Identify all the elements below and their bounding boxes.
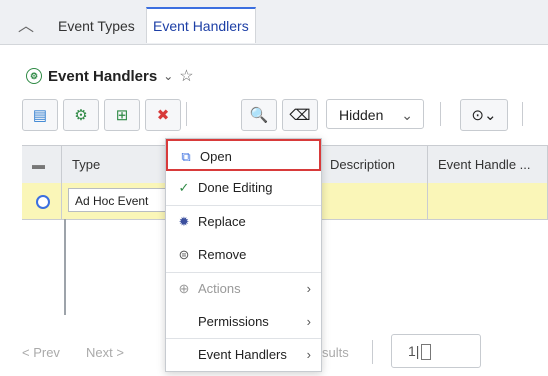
menu-item-remove[interactable]: ⊜ Remove <box>166 239 321 271</box>
search-button[interactable]: 🔍 <box>241 99 277 131</box>
page-input[interactable]: 1| <box>391 334 481 368</box>
menu-item-label: Permissions <box>198 314 269 329</box>
page-title-row: ⚙ Event Handlers ⌄ ☆ <box>26 66 194 86</box>
delete-button[interactable]: ✖ <box>145 99 181 131</box>
menu-item-open[interactable]: ⧉ Open <box>166 139 321 171</box>
replace-icon: ✹ <box>178 214 190 229</box>
new-handler-button[interactable]: ⚙ <box>63 99 99 131</box>
menu-item-actions[interactable]: ⊕ Actions › <box>166 273 321 305</box>
description-column-header[interactable]: Description <box>320 146 428 183</box>
grid-divider <box>64 219 66 315</box>
event-handle-cell[interactable] <box>428 183 548 219</box>
page-input-value: 1 <box>408 343 416 359</box>
view-options-button[interactable]: ⊙⌄ <box>460 99 508 131</box>
context-menu: ⧉ Open ✓ Done Editing ✹ Replace ⊜ Remove… <box>165 138 322 372</box>
clear-button[interactable]: ⌫ <box>282 99 318 131</box>
backspace-icon: ⌫ <box>289 107 311 124</box>
event-handle-column-header[interactable]: Event Handle ... <box>428 146 548 183</box>
tab-event-types[interactable]: Event Types <box>52 9 141 43</box>
menu-item-label: Open <box>200 149 232 164</box>
new-record-icon: ▤ <box>32 107 48 124</box>
type-input[interactable]: Ad Hoc Event <box>68 188 168 212</box>
add-button[interactable]: ⊞ <box>104 99 140 131</box>
menu-item-replace[interactable]: ✹ Replace <box>166 206 321 238</box>
chevron-down-icon[interactable]: ⌄ <box>163 69 173 83</box>
open-external-icon: ⧉ <box>181 149 191 164</box>
gear-add-icon: ⚙ <box>74 107 88 124</box>
chevron-right-icon: › <box>306 314 311 329</box>
footer-divider <box>372 340 373 364</box>
tab-event-handlers[interactable]: Event Handlers <box>146 7 256 43</box>
cursor-icon: | <box>415 343 420 359</box>
delete-icon: ✖ <box>156 107 170 124</box>
menu-item-label: Actions <box>198 281 241 296</box>
chevron-down-icon: ⌄ <box>401 107 413 123</box>
menu-item-event-handlers[interactable]: Event Handlers › <box>166 339 321 371</box>
search-icon: 🔍 <box>249 107 269 124</box>
star-icon[interactable]: ☆ <box>179 66 193 86</box>
toolbar-divider <box>186 102 187 126</box>
page-title: Event Handlers <box>48 67 158 85</box>
toolbar-divider <box>440 102 441 126</box>
chevron-right-icon: › <box>306 281 311 296</box>
flag-column-header[interactable]: ▬ <box>22 146 62 183</box>
prev-page-link[interactable]: < Prev <box>22 345 60 360</box>
check-icon: ✓ <box>178 180 190 195</box>
row-select-cell[interactable] <box>22 183 62 219</box>
remove-icon: ⊜ <box>178 247 190 262</box>
row-radio[interactable] <box>36 195 50 209</box>
toolbar-divider <box>522 102 523 126</box>
description-cell[interactable] <box>320 183 428 219</box>
new-record-button[interactable]: ▤ <box>22 99 58 131</box>
menu-item-done-editing[interactable]: ✓ Done Editing <box>166 172 321 204</box>
actions-icon: ⊕ <box>178 281 190 296</box>
gear-icon: ⚙ <box>26 68 42 84</box>
menu-item-label: Event Handlers <box>198 347 287 362</box>
flag-icon: ▬ <box>32 157 45 172</box>
menu-item-label: Done Editing <box>198 180 273 195</box>
chevron-right-icon: › <box>306 347 311 362</box>
add-window-icon: ⊞ <box>115 107 129 124</box>
visibility-select-value: Hidden <box>339 107 384 123</box>
chevron-up-icon[interactable]: ︿ <box>18 12 34 36</box>
next-page-link[interactable]: Next > <box>86 345 124 360</box>
page-input-box-icon <box>421 344 432 361</box>
menu-item-label: Replace <box>198 214 246 229</box>
results-label: sults <box>322 345 349 360</box>
visibility-select[interactable]: Hidden ⌄ <box>326 99 424 129</box>
menu-item-label: Remove <box>198 247 247 262</box>
menu-item-permissions[interactable]: Permissions › <box>166 306 321 338</box>
target-icon: ⊙⌄ <box>471 107 497 124</box>
